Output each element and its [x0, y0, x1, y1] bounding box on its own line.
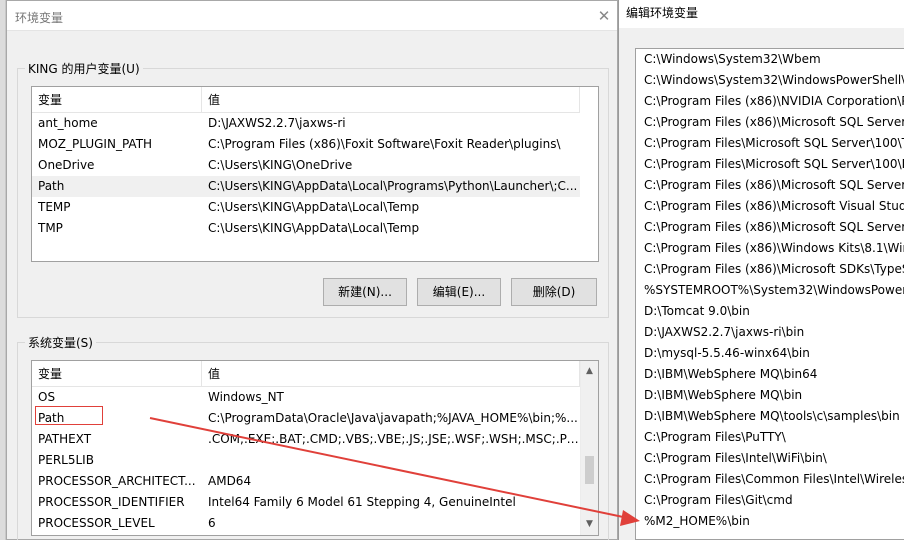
variable-name: MOZ_PLUGIN_PATH — [38, 137, 153, 151]
variable-value: C:\Users\KING\AppData\Local\Temp — [208, 221, 420, 235]
delete-button[interactable]: 删除(D) — [511, 278, 597, 306]
list-item[interactable]: D:\JAXWS2.2.7\jaxws-ri\bin — [644, 322, 804, 343]
system-variables-label: 系统变量(S) — [25, 334, 96, 351]
variable-name: TMP — [38, 221, 63, 235]
table-row[interactable]: TEMP C:\Users\KING\AppData\Local\Temp — [32, 197, 580, 218]
variable-value: 6 — [208, 516, 216, 530]
list-item[interactable]: C:\Program Files\Git\cmd — [644, 490, 793, 511]
list-item[interactable]: C:\Program Files (x86)\NVIDIA Corporatio… — [644, 91, 904, 112]
table-row[interactable]: TMP C:\Users\KING\AppData\Local\Temp — [32, 218, 580, 239]
table-row[interactable]: PATHEXT .COM;.EXE;.BAT;.CMD;.VBS;.VBE;.J… — [32, 429, 580, 450]
list-item[interactable]: D:\Tomcat 9.0\bin — [644, 301, 750, 322]
new-button[interactable]: 新建(N)... — [323, 278, 407, 306]
variable-value: C:\ProgramData\Oracle\Java\javapath;%JAV… — [208, 411, 578, 425]
table-row[interactable]: OS Windows_NT — [32, 387, 580, 408]
list-item[interactable]: D:\IBM\WebSphere MQ\bin64 — [644, 364, 817, 385]
list-header: 变量 值 — [32, 87, 580, 113]
variable-value: D:\JAXWS2.2.7\jaxws-ri — [208, 116, 346, 130]
scroll-down-arrow-icon[interactable]: ▼ — [581, 516, 598, 533]
variable-name: PROCESSOR_ARCHITECT... — [38, 474, 196, 488]
table-row[interactable]: PROCESSOR_ARCHITECT... AMD64 — [32, 471, 580, 492]
list-item[interactable]: C:\Program Files (x86)\Microsoft Visual … — [644, 196, 904, 217]
variable-value — [202, 450, 580, 471]
variable-name: ant_home — [38, 116, 98, 130]
list-item[interactable]: D:\IBM\WebSphere MQ\bin — [644, 385, 802, 406]
list-item[interactable]: C:\Program Files (x86)\Windows Kits\8.1\… — [644, 238, 904, 259]
edit-env-variable-window: 编辑环境变量 C:\Windows\System32\Wbem C:\Windo… — [618, 0, 904, 540]
window-title: 环境变量 — [15, 11, 64, 25]
list-item[interactable]: D:\mysql-5.5.46-winx64\bin — [644, 343, 810, 364]
variable-name: PATHEXT — [38, 432, 92, 446]
list-header: 变量 值 — [32, 361, 580, 387]
table-row[interactable]: PERL5LIB — [32, 450, 580, 471]
table-row[interactable]: PROCESSOR_IDENTIFIER Intel64 Family 6 Mo… — [32, 492, 580, 513]
list-item[interactable]: C:\Windows\System32\WindowsPowerShell\v — [644, 70, 904, 91]
list-item[interactable]: C:\Program Files\Common Files\Intel\Wire… — [644, 469, 904, 490]
title-bar: 环境变量 ✕ — [7, 1, 617, 31]
path-highlight-box — [35, 406, 103, 425]
table-row[interactable]: MOZ_PLUGIN_PATH C:\Program Files (x86)\F… — [32, 134, 580, 155]
column-header-value[interactable]: 值 — [202, 361, 580, 387]
table-row[interactable]: Path C:\ProgramData\Oracle\Java\javapath… — [32, 408, 580, 429]
variable-value: C:\Users\KING\AppData\Local\Programs\Pyt… — [208, 179, 578, 193]
variable-name: OS — [38, 390, 56, 404]
column-header-variable[interactable]: 变量 — [32, 361, 202, 387]
variable-name: PROCESSOR_IDENTIFIER — [38, 495, 185, 509]
variable-name: PERL5LIB — [38, 453, 94, 467]
list-item[interactable]: D:\IBM\WebSphere MQ\tools\c\samples\bin — [644, 406, 900, 427]
variable-value: .COM;.EXE;.BAT;.CMD;.VBS;.VBE;.JS;.JSE;.… — [208, 432, 580, 446]
user-variables-list[interactable]: 变量 值 ant_home D:\JAXWS2.2.7\jaxws-ri MOZ… — [31, 86, 599, 262]
path-entries-list[interactable]: C:\Windows\System32\Wbem C:\Windows\Syst… — [635, 48, 904, 540]
user-variables-label: KING 的用户变量(U) — [25, 60, 143, 77]
list-item[interactable]: C:\Program Files\Intel\WiFi\bin\ — [644, 448, 827, 469]
scroll-up-arrow-icon[interactable]: ▲ — [581, 363, 598, 380]
variable-value: Windows_NT — [208, 390, 284, 404]
variable-name: PROCESSOR_LEVEL — [38, 516, 155, 530]
list-item[interactable]: %M2_HOME%\bin — [644, 511, 750, 532]
title-bar: 编辑环境变量 — [619, 0, 904, 28]
edit-button[interactable]: 编辑(E)... — [417, 278, 501, 306]
system-variables-list[interactable]: 变量 值 OS Windows_NT Path C:\ProgramData\O… — [31, 360, 599, 536]
column-header-variable[interactable]: 变量 — [32, 87, 202, 113]
window-title: 编辑环境变量 — [626, 6, 699, 20]
variable-value: C:\Users\KING\OneDrive — [208, 158, 353, 172]
table-row-selected[interactable]: Path C:\Users\KING\AppData\Local\Program… — [32, 176, 580, 197]
list-item[interactable]: C:\Program Files\Microsoft SQL Server\10… — [644, 154, 904, 175]
vertical-scrollbar[interactable]: ▲ ▼ — [580, 361, 598, 535]
list-item[interactable]: C:\Program Files\PuTTY\ — [644, 427, 786, 448]
close-icon[interactable]: ✕ — [595, 7, 613, 25]
list-item[interactable]: C:\Program Files\Microsoft SQL Server\10… — [644, 133, 904, 154]
variable-name: TEMP — [38, 200, 71, 214]
column-header-value[interactable]: 值 — [202, 87, 580, 113]
list-item[interactable]: C:\Windows\System32\Wbem — [644, 49, 821, 70]
table-row[interactable]: OneDrive C:\Users\KING\OneDrive — [32, 155, 580, 176]
list-item[interactable]: C:\Program Files (x86)\Microsoft SQL Ser… — [644, 112, 904, 133]
variable-value: AMD64 — [208, 474, 252, 488]
variable-name: Path — [38, 179, 65, 193]
list-item[interactable]: C:\Program Files (x86)\Microsoft SQL Ser… — [644, 175, 904, 196]
list-item[interactable]: %SYSTEMROOT%\System32\WindowsPowerSh — [644, 280, 904, 301]
table-row[interactable]: PROCESSOR_LEVEL 6 — [32, 513, 580, 534]
list-item[interactable]: C:\Program Files (x86)\Microsoft SDKs\Ty… — [644, 259, 904, 280]
scrollbar-thumb[interactable] — [585, 456, 594, 484]
env-variables-window: 环境变量 ✕ KING 的用户变量(U) 变量 值 ant_home D:\JA… — [6, 0, 618, 540]
variable-value: C:\Program Files (x86)\Foxit Software\Fo… — [208, 137, 561, 151]
variable-name: OneDrive — [38, 158, 95, 172]
list-item[interactable]: C:\Program Files (x86)\Microsoft SQL Ser… — [644, 217, 904, 238]
variable-value: C:\Users\KING\AppData\Local\Temp — [208, 200, 420, 214]
table-row[interactable]: ant_home D:\JAXWS2.2.7\jaxws-ri — [32, 113, 580, 134]
variable-value: Intel64 Family 6 Model 61 Stepping 4, Ge… — [208, 495, 516, 509]
